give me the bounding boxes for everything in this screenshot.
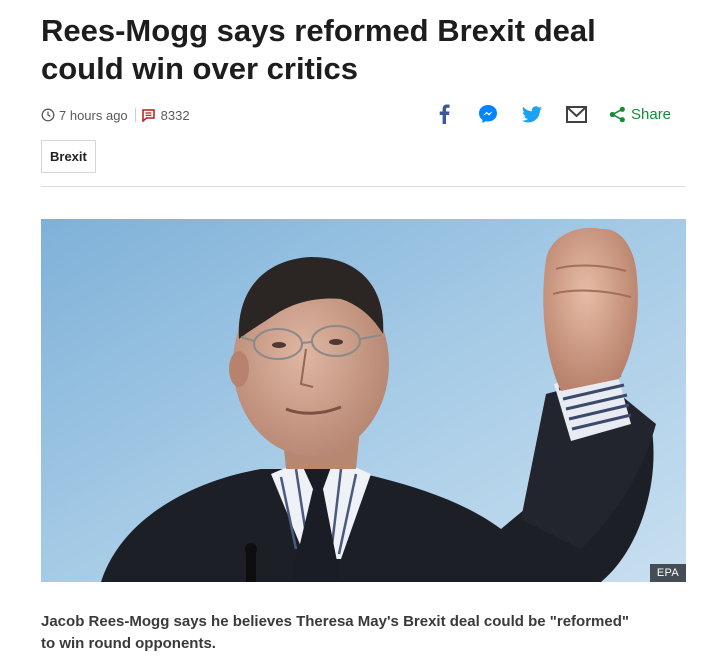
politician-photo bbox=[41, 219, 686, 582]
topic-tag-brexit[interactable]: Brexit bbox=[41, 140, 96, 173]
timestamp: 7 hours ago bbox=[41, 108, 128, 123]
email-share-button[interactable] bbox=[565, 103, 587, 125]
facebook-share-button[interactable] bbox=[433, 103, 455, 125]
twitter-share-button[interactable] bbox=[521, 103, 543, 125]
divider bbox=[41, 186, 686, 187]
share-label: Share bbox=[631, 105, 672, 123]
meta-divider bbox=[134, 108, 136, 122]
messenger-icon bbox=[479, 105, 497, 123]
share-icon bbox=[609, 106, 625, 122]
facebook-icon bbox=[439, 104, 450, 124]
messenger-share-button[interactable] bbox=[477, 103, 499, 125]
comment-count: 8332 bbox=[160, 107, 190, 123]
twitter-icon bbox=[522, 105, 542, 122]
comment-icon bbox=[141, 108, 155, 122]
share-tools: Share bbox=[433, 101, 671, 127]
comments-link[interactable]: 8332 bbox=[141, 107, 190, 123]
clock-icon bbox=[41, 108, 55, 122]
email-icon bbox=[565, 105, 587, 123]
share-button[interactable]: Share bbox=[609, 106, 671, 123]
timestamp-text: 7 hours ago bbox=[59, 107, 128, 123]
article-summary: Jacob Rees-Mogg says he believes Theresa… bbox=[41, 613, 630, 652]
article-photo: EPA bbox=[41, 219, 686, 582]
image-credit: EPA bbox=[649, 564, 686, 582]
article-headline: Rees-Mogg says reformed Brexit deal coul… bbox=[41, 13, 596, 86]
